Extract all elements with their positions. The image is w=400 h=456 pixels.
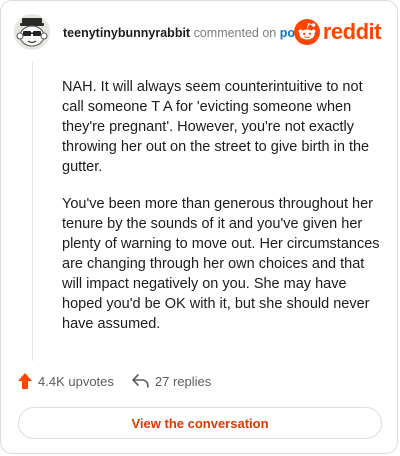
thread-line (32, 61, 33, 361)
action-text: commented on (193, 26, 277, 40)
reddit-snoo-icon (293, 19, 320, 45)
comment-paragraph: You've been more than generous throughou… (62, 196, 380, 332)
snoo-avatar-icon (14, 14, 50, 50)
reddit-logo[interactable]: reddit (293, 19, 382, 45)
comment-header: teenytinybunnyrabbit commented on post r… (1, 1, 397, 65)
upvote-arrow-icon (18, 373, 32, 389)
reply-arrow-icon (132, 374, 149, 388)
upvotes-count: 4.4K upvotes (38, 373, 114, 389)
view-conversation-button[interactable]: View the conversation (18, 407, 382, 439)
comment-card: teenytinybunnyrabbit commented on post r… (0, 0, 398, 454)
comment-paragraph: NAH. It will always seem counterintuitiv… (62, 79, 370, 175)
reddit-wordmark: reddit (322, 19, 382, 44)
replies-count: 27 replies (154, 373, 212, 389)
username-link[interactable]: teenytinybunnyrabbit (63, 26, 190, 40)
replies-stat[interactable]: 27 replies (132, 374, 211, 389)
comment-stats: 4.4K upvotes 27 replies (18, 373, 211, 389)
comment-meta: teenytinybunnyrabbit commented on post (63, 25, 306, 41)
avatar[interactable] (14, 14, 50, 50)
comment-body: NAH. It will always seem counterintuitiv… (62, 77, 380, 351)
upvotes-stat[interactable]: 4.4K upvotes (18, 373, 114, 389)
